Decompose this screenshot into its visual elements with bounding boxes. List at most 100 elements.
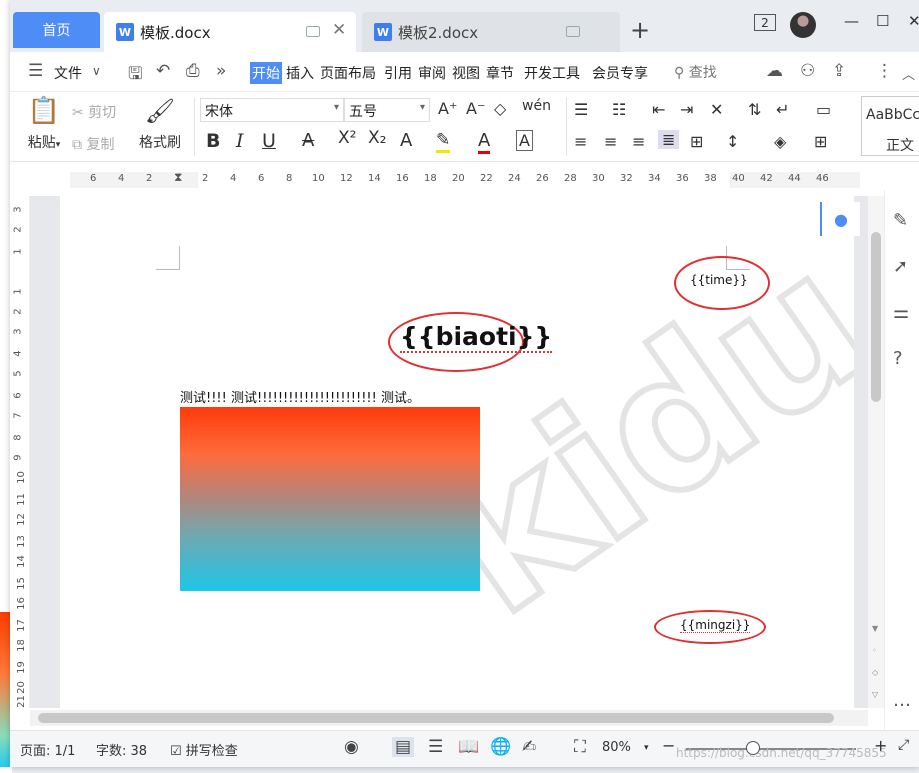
menu-page-layout[interactable]: 页面布局: [320, 63, 376, 83]
zoom-dropdown-icon[interactable]: ▾: [644, 743, 649, 753]
font-name-select[interactable]: 宋体: [200, 98, 344, 122]
title-placeholder[interactable]: {{biaoti}}: [400, 322, 553, 353]
character-border-icon[interactable]: A: [516, 130, 533, 151]
new-tab-plus-icon[interactable]: +: [630, 16, 650, 44]
search-button[interactable]: ⚲ 查找: [674, 62, 717, 82]
cut-button[interactable]: ✂ 剪切: [72, 102, 116, 122]
bold-button[interactable]: B: [206, 130, 220, 152]
undo-icon[interactable]: ↶: [156, 61, 170, 81]
paste-button[interactable]: 📋 粘贴▾: [24, 96, 64, 152]
format-painter-button[interactable]: 🖌 格式刷: [134, 96, 186, 152]
help-icon[interactable]: ?: [893, 348, 903, 369]
next-page-icon[interactable]: ▽: [872, 690, 878, 699]
vertical-scrollbar[interactable]: ▼ ◦ ◇ ▽: [868, 196, 884, 708]
word-count[interactable]: 字数: 38: [96, 740, 147, 759]
indent-marker-icon[interactable]: ⧗: [174, 170, 182, 185]
scroll-down-icon[interactable]: ▼: [872, 624, 878, 633]
menu-home[interactable]: 开始: [250, 62, 282, 84]
vertical-ruler[interactable]: 3 2 1 1 2 3 4 5 6 7 8 9 10 11 12 13 14 1…: [10, 196, 30, 708]
location-pin-icon[interactable]: ●: [820, 202, 860, 236]
numbered-list-icon[interactable]: ☷: [612, 100, 626, 119]
menu-chapter[interactable]: 章节: [486, 63, 514, 83]
menu-member[interactable]: 会员专享: [592, 63, 648, 83]
horizontal-scrollbar[interactable]: [30, 710, 868, 726]
reading-view-icon[interactable]: 📖: [458, 737, 479, 757]
tab-stops-icon[interactable]: ▭: [816, 100, 831, 119]
zoom-slider-handle[interactable]: [746, 741, 760, 755]
zoom-in-icon[interactable]: +: [874, 736, 887, 755]
page-view-icon[interactable]: ▤: [392, 737, 415, 757]
print-icon[interactable]: ⎙: [186, 61, 200, 81]
borders-icon[interactable]: ⊞: [814, 132, 827, 151]
document-page[interactable]: kidu {{time}} {{biaoti}} 测试!!!! 测试!!!!!!…: [60, 196, 854, 708]
phonetic-guide-icon[interactable]: wén: [522, 98, 551, 114]
zoom-out-icon[interactable]: −: [662, 736, 675, 755]
write-mode-icon[interactable]: ✍: [522, 737, 536, 757]
inserted-image[interactable]: [180, 407, 480, 591]
edit-pen-icon[interactable]: ✎: [893, 210, 908, 231]
align-center-icon[interactable]: ≡: [604, 132, 617, 151]
menu-insert[interactable]: 插入: [286, 63, 314, 83]
clear-format-icon[interactable]: ◇: [494, 99, 506, 118]
font-color-icon[interactable]: A: [478, 130, 491, 154]
minimize-icon[interactable]: —: [844, 12, 859, 30]
share-icon[interactable]: ⇪: [832, 61, 846, 81]
scrollbar-thumb[interactable]: [871, 232, 881, 402]
tab-home[interactable]: 首页: [13, 12, 100, 48]
menu-file[interactable]: 文件: [54, 63, 82, 83]
underline-button[interactable]: U: [262, 130, 276, 152]
style-gallery-item[interactable]: AaBbCc 正文: [861, 96, 919, 156]
italic-button[interactable]: I: [236, 130, 244, 152]
superscript-icon[interactable]: X²: [338, 128, 356, 148]
adjust-sliders-icon[interactable]: ⚌: [893, 302, 909, 323]
strikethrough-icon[interactable]: A: [302, 130, 314, 151]
cloud-sync-icon[interactable]: ☁: [766, 61, 783, 81]
save-icon[interactable]: 🖫: [128, 61, 142, 90]
line-spacing-icon[interactable]: ↕: [726, 132, 739, 151]
body-paragraph[interactable]: 测试!!!! 测试!!!!!!!!!!!!!!!!!!!!!!! 测试。: [180, 387, 420, 406]
window-count-badge[interactable]: 2: [754, 14, 776, 31]
distributed-align-icon[interactable]: ⊞: [690, 132, 703, 151]
collapse-ribbon-icon[interactable]: ︿: [902, 64, 915, 83]
chinese-layout-icon[interactable]: ✕: [710, 100, 723, 119]
menu-view[interactable]: 视图: [452, 63, 480, 83]
highlight-icon[interactable]: ✎: [436, 130, 451, 153]
chevron-down-icon[interactable]: ∨: [92, 64, 101, 78]
menu-developer[interactable]: 开发工具: [524, 63, 580, 83]
cursor-select-icon[interactable]: ➚: [893, 256, 908, 277]
decrease-indent-icon[interactable]: ⇤: [652, 100, 665, 119]
menu-review[interactable]: 审阅: [418, 63, 446, 83]
copy-button[interactable]: ⧉ 复制: [72, 134, 114, 154]
more-chevron-icon[interactable]: »: [216, 61, 226, 81]
fit-page-icon[interactable]: ⛶: [574, 737, 586, 757]
monitor-icon[interactable]: [566, 26, 580, 37]
show-marks-icon[interactable]: ↵: [776, 100, 789, 119]
text-effect-icon[interactable]: A: [400, 130, 412, 151]
time-placeholder[interactable]: {{time}}: [690, 273, 748, 287]
sort-icon[interactable]: ⇅: [748, 100, 761, 119]
align-right-icon[interactable]: ≡: [632, 132, 645, 151]
select-browse-icon[interactable]: ◇: [872, 668, 878, 677]
grow-font-icon[interactable]: A⁺: [438, 99, 457, 118]
fullscreen-icon[interactable]: ⤢: [898, 737, 909, 753]
shading-icon[interactable]: ◈: [774, 132, 786, 151]
maximize-icon[interactable]: ☐: [876, 12, 889, 30]
justify-icon[interactable]: ≣: [658, 130, 680, 149]
font-size-select[interactable]: 五号: [344, 98, 430, 122]
increase-indent-icon[interactable]: ⇥: [680, 100, 693, 119]
page-count[interactable]: 页面: 1/1: [20, 740, 75, 759]
name-placeholder[interactable]: {{mingzi}}: [680, 618, 751, 633]
tab-document-2[interactable]: W 模板2.docx: [362, 12, 620, 52]
scrollbar-thumb[interactable]: [38, 713, 834, 723]
align-left-icon[interactable]: ≡: [574, 132, 587, 151]
share-user-icon[interactable]: ⚇: [800, 61, 815, 81]
document-workspace[interactable]: kidu {{time}} {{biaoti}} 测试!!!! 测试!!!!!!…: [30, 196, 868, 708]
zoom-level[interactable]: 80%: [602, 740, 631, 755]
hamburger-menu-icon[interactable]: ☰: [28, 61, 43, 81]
user-avatar[interactable]: [790, 12, 816, 38]
bullet-list-icon[interactable]: ☰: [574, 100, 588, 119]
outline-view-icon[interactable]: ☰: [428, 737, 443, 757]
more-options-icon[interactable]: ⋮: [876, 61, 893, 81]
spell-check-button[interactable]: ☑ 拼写检查: [170, 740, 238, 759]
menu-references[interactable]: 引用: [384, 63, 412, 83]
